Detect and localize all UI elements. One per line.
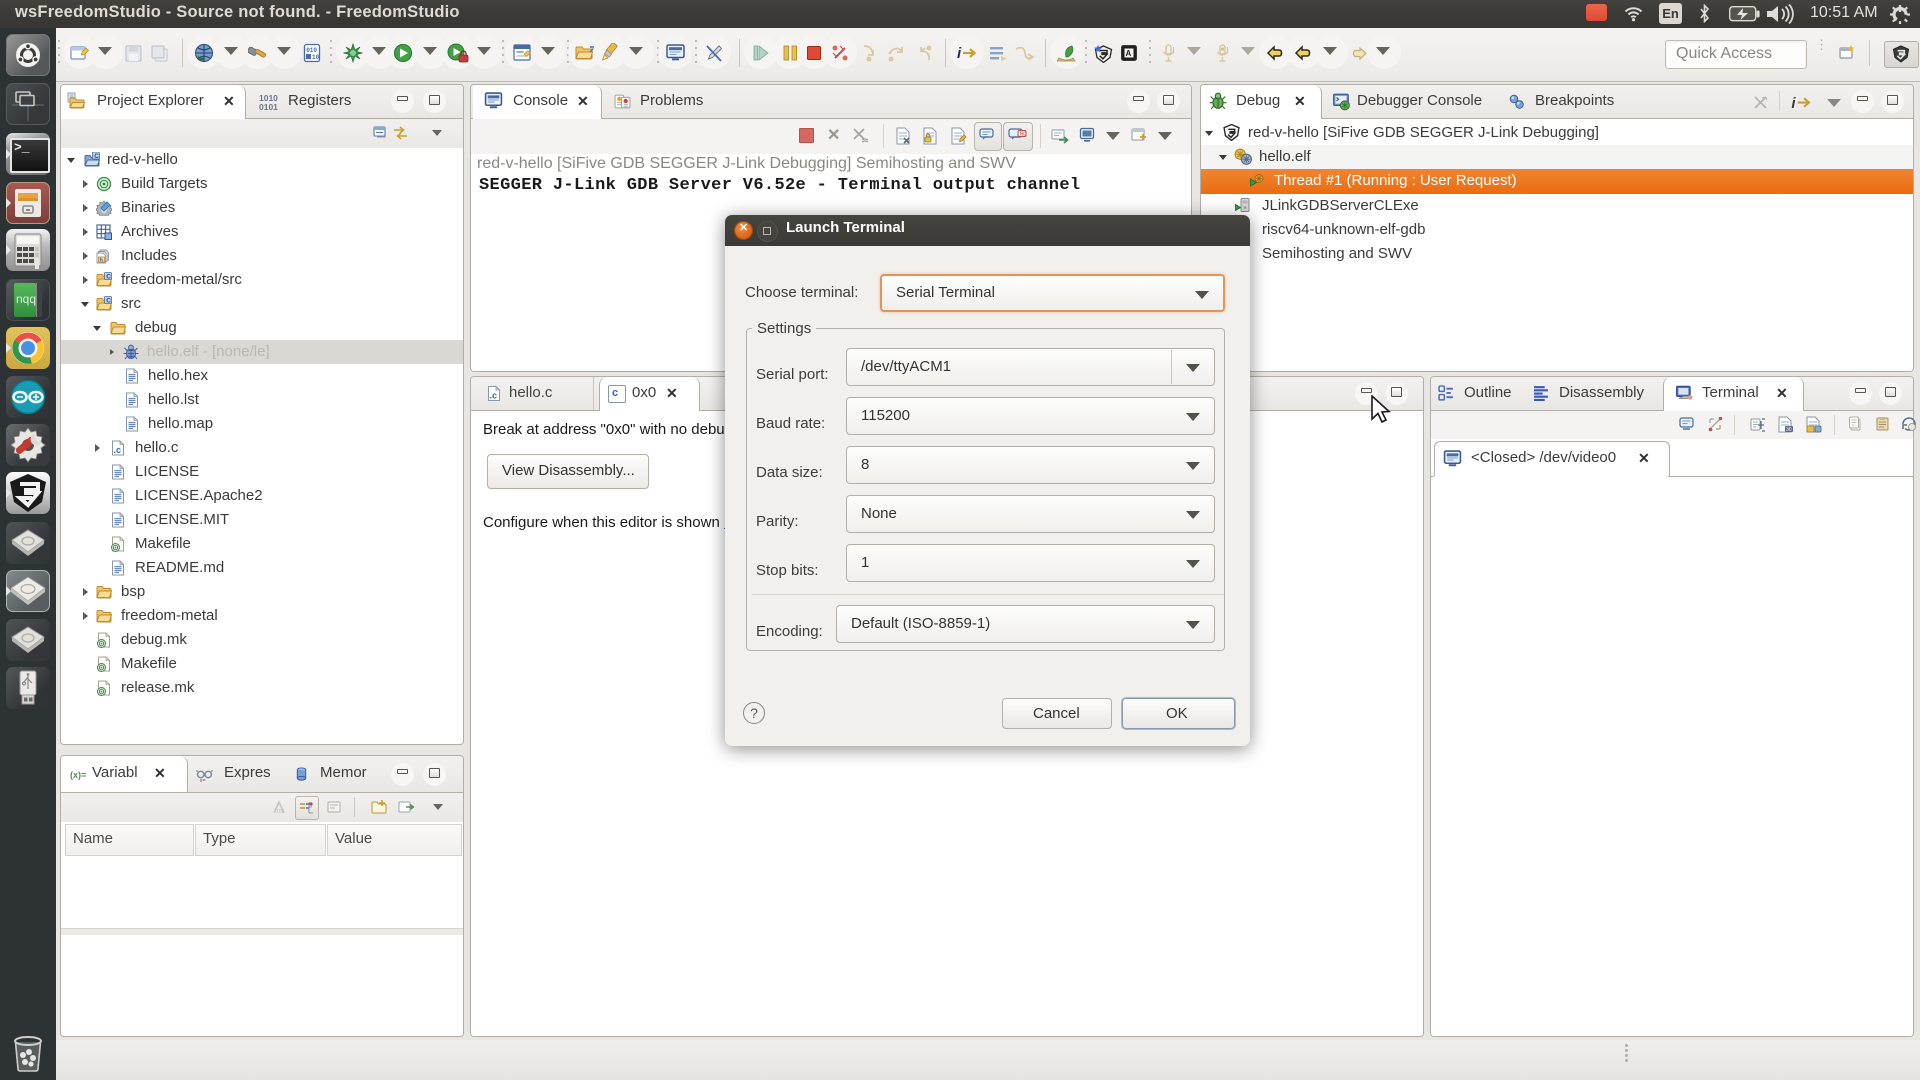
svg-text:i: i bbox=[957, 45, 962, 61]
svg-text:A: A bbox=[1126, 49, 1132, 58]
svg-text:0101: 0101 bbox=[259, 102, 278, 111]
svg-text:NC: NC bbox=[1020, 132, 1028, 138]
svg-text:10: 10 bbox=[312, 54, 320, 61]
svg-text:i: i bbox=[1791, 96, 1796, 111]
svg-text:30: 30 bbox=[1786, 427, 1792, 433]
svg-text:010: 010 bbox=[306, 47, 317, 54]
svg-text:101: 101 bbox=[276, 809, 285, 815]
